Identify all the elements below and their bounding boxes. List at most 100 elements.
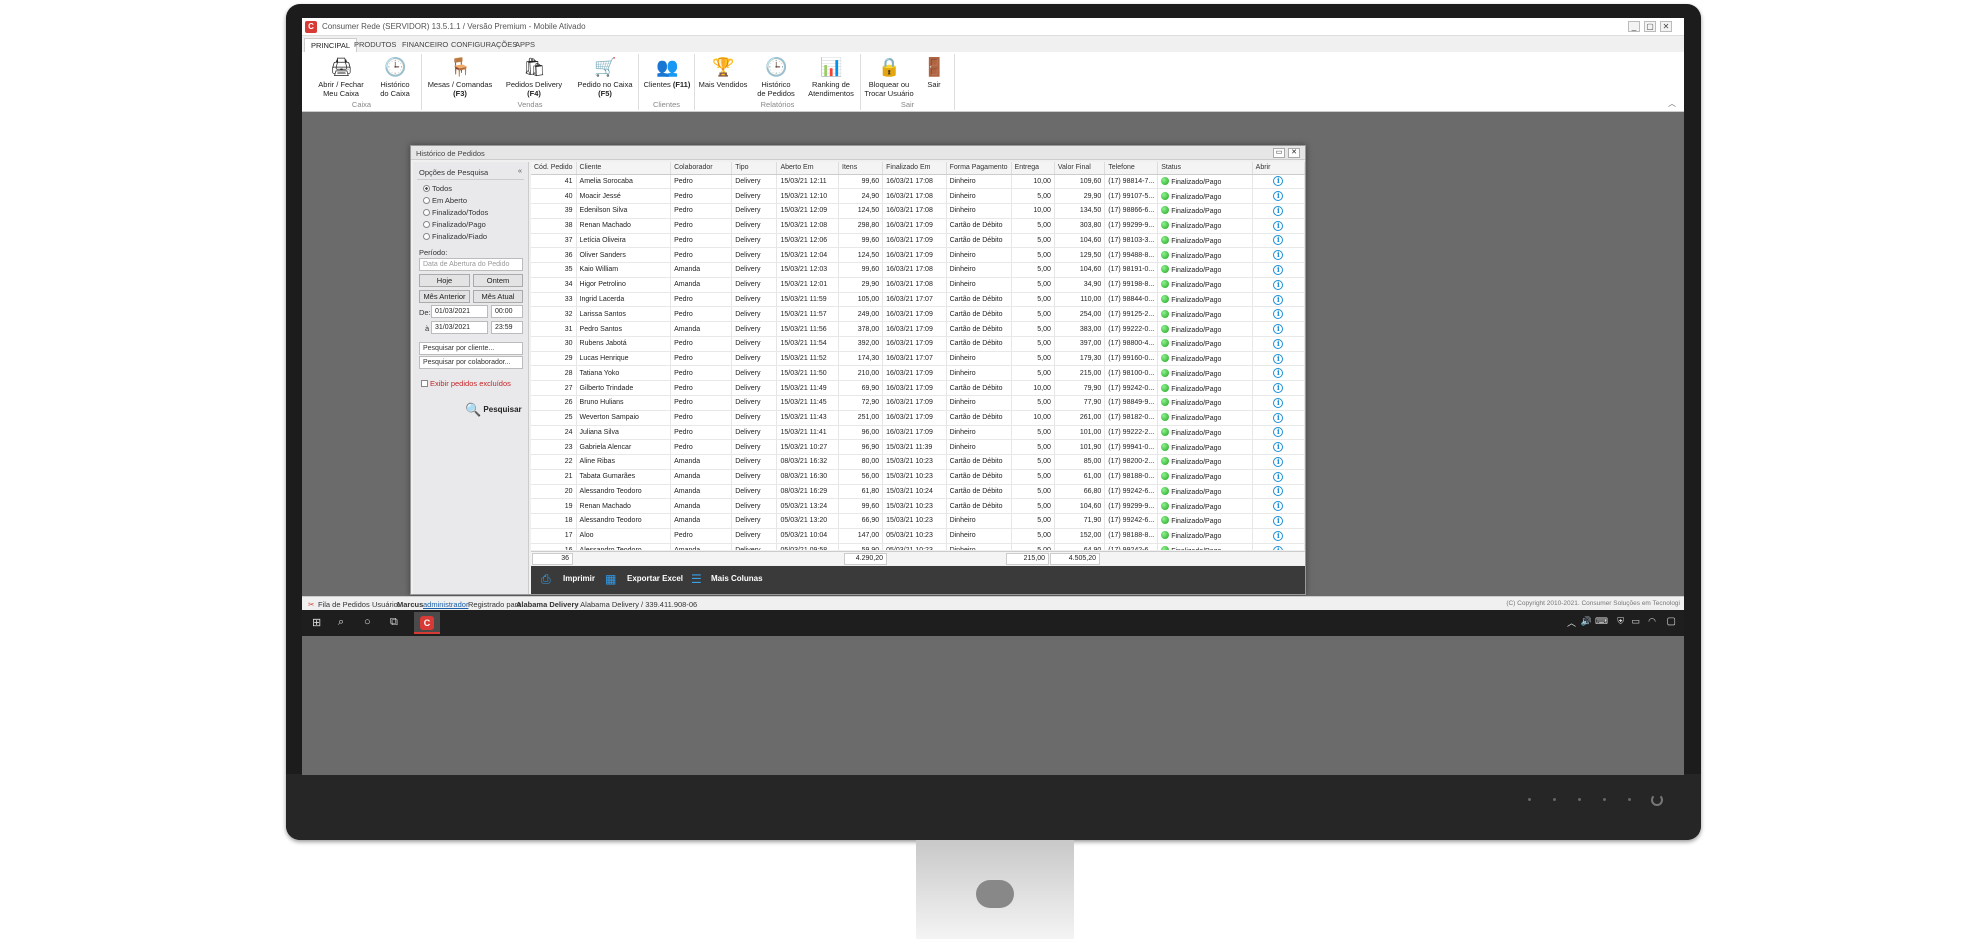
sair-button[interactable]: 🚪 Sair (919, 56, 949, 89)
info-icon[interactable]: i (1273, 294, 1284, 305)
info-icon[interactable]: i (1273, 486, 1284, 497)
info-icon[interactable]: i (1273, 545, 1284, 550)
pedido-caixa-button[interactable]: 🛒 Pedido no Caixa (F5) (572, 56, 638, 98)
table-row[interactable]: 30 Rubens Jabotá Pedro Delivery 15/03/21 11:… (531, 336, 1305, 352)
table-row[interactable]: 36 Oliver Sanders Pedro Delivery 15/03/21 12… (531, 247, 1305, 264)
cortana-icon[interactable]: ○ (364, 616, 371, 628)
tab-apps[interactable]: APPS (509, 38, 541, 52)
table-row[interactable]: 33 Ingrid Lacerda Pedro Delivery 15/03/21 11… (531, 292, 1305, 308)
table-row[interactable]: 31 Pedro Santos Amanda Delivery 15/03/21 11:… (531, 321, 1305, 337)
table-row[interactable]: 39 Edenilson Silva Pedro Delivery 15/03/21 1… (531, 203, 1305, 219)
mes-anterior-button[interactable]: Mês Anterior (419, 290, 470, 303)
periodo-select[interactable]: Data de Abertura do Pedido (419, 258, 523, 271)
keyboard-icon[interactable]: ⌨ (1595, 616, 1608, 627)
de-date-input[interactable]: 01/03/2021 (431, 305, 488, 318)
volume-icon[interactable]: 🔊 (1581, 616, 1592, 627)
info-icon[interactable]: i (1273, 412, 1284, 423)
cliente-search-input[interactable]: Pesquisar por cliente... (419, 342, 523, 355)
info-icon[interactable]: i (1273, 250, 1284, 261)
collapse-icon[interactable]: « (518, 166, 522, 175)
radio-finalizado-pago[interactable]: Finalizado/Pago (423, 220, 486, 229)
table-row[interactable]: 41 Amelia Sorocaba Pedro Delivery 15/03/21 1… (531, 174, 1305, 190)
pesquisar-button[interactable]: 🔍 Pesquisar (465, 402, 522, 418)
tray-chevron-icon[interactable]: ︿ (1567, 616, 1576, 629)
mes-atual-button[interactable]: Mês Atual (473, 290, 523, 303)
mesas-comandas-button[interactable]: 🪑 Mesas / Comandas (F3) (424, 56, 496, 98)
table-row[interactable]: 26 Bruno Hulians Pedro Delivery 15/03/21 11:… (531, 395, 1305, 411)
ontem-button[interactable]: Ontem (473, 274, 523, 287)
shield-icon[interactable]: ⛨ (1617, 616, 1624, 627)
abrir-fechar-caixa-button[interactable]: 🖨 Abrir / Fechar Meu Caixa (316, 56, 366, 98)
info-icon[interactable]: i (1273, 456, 1284, 467)
network-icon[interactable]: ▭ (1631, 616, 1640, 627)
info-icon[interactable]: i (1273, 353, 1284, 364)
a-date-input[interactable]: 31/03/2021 (431, 321, 488, 334)
clientes-button[interactable]: 👥 Clientes (F11) (641, 56, 693, 89)
search-icon[interactable]: ⌕ (338, 616, 344, 629)
a-time-input[interactable]: 23:59 (491, 321, 523, 334)
wifi-icon[interactable]: ◠ (1648, 616, 1656, 627)
excluidos-checkbox[interactable]: Exibir pedidos excluídos (421, 379, 511, 388)
exportar-excel-button[interactable]: Exportar Excel (627, 574, 683, 583)
column-header[interactable]: Aberto Em (776, 162, 840, 175)
table-row[interactable]: 35 Kaio William Amanda Delivery 15/03/21 12:… (531, 262, 1305, 278)
radio-finalizado-fiado[interactable]: Finalizado/Fiado (423, 232, 487, 241)
column-header[interactable]: Itens (838, 162, 884, 175)
tab-produtos[interactable]: PRODUTOS (348, 38, 402, 52)
column-header[interactable]: Entrega (1011, 162, 1055, 175)
column-header[interactable]: Tipo (731, 162, 778, 175)
radio-finalizado-todos[interactable]: Finalizado/Todos (423, 208, 488, 217)
table-row[interactable]: 20 Alessandro Teodoro Amanda Delivery 08/03/… (531, 484, 1305, 500)
historico-caixa-button[interactable]: 🕒 Histórico do Caixa (374, 56, 416, 98)
table-row[interactable]: 27 Gilberto Trindade Pedro Delivery 15/03/21… (531, 380, 1305, 396)
info-icon[interactable]: i (1273, 191, 1284, 202)
app-taskbar-button[interactable]: C (414, 612, 440, 634)
column-header[interactable]: Valor Final (1054, 162, 1106, 175)
info-icon[interactable]: i (1273, 397, 1284, 408)
mais-vendidos-button[interactable]: 🏆 Mais Vendidos (697, 56, 749, 89)
info-icon[interactable]: i (1273, 530, 1284, 541)
info-icon[interactable]: i (1273, 515, 1284, 526)
column-header[interactable]: Forma Pagamento (946, 162, 1012, 175)
table-row[interactable]: 21 Tabata Gumarães Amanda Delivery 08/03/21 … (531, 469, 1305, 485)
column-header[interactable]: Cód. Pedido (531, 162, 577, 175)
table-row[interactable]: 17 Aloo Pedro Delivery 05/03/21 10:04 147,00 0… (531, 528, 1305, 544)
info-icon[interactable]: i (1273, 309, 1284, 320)
info-icon[interactable]: i (1273, 338, 1284, 349)
perfil-link[interactable]: administrador (423, 600, 468, 609)
table-row[interactable]: 24 Juliana Silva Pedro Delivery 15/03/21 11:… (531, 425, 1305, 441)
dialog-restore-button[interactable]: ▭ (1273, 148, 1285, 158)
info-icon[interactable]: i (1273, 368, 1284, 379)
ribbon-collapse-icon[interactable]: ︿ (1668, 98, 1676, 109)
table-row[interactable]: 23 Gabriela Alencar Pedro Delivery 15/03/21 … (531, 439, 1305, 456)
hoje-button[interactable]: Hoje (419, 274, 470, 287)
table-row[interactable]: 32 Larissa Santos Pedro Delivery 15/03/21 11… (531, 306, 1305, 323)
fila-pedidos-link[interactable]: Fila de Pedidos (318, 600, 370, 609)
dialog-close-button[interactable]: ✕ (1288, 148, 1300, 158)
power-icon[interactable] (1651, 794, 1663, 806)
minimize-button[interactable]: _ (1628, 21, 1640, 32)
column-header[interactable]: Cliente (576, 162, 672, 175)
table-row[interactable]: 38 Renan Machado Pedro Delivery 15/03/21 12:… (531, 218, 1305, 234)
column-header[interactable]: Status (1157, 162, 1253, 175)
info-icon[interactable]: i (1273, 471, 1284, 482)
historico-pedidos-button[interactable]: 🕒 Histórico de Pedidos (751, 56, 801, 98)
windows-start-icon[interactable]: ⊞ (312, 616, 321, 629)
info-icon[interactable]: i (1273, 501, 1284, 512)
de-time-input[interactable]: 00:00 (491, 305, 523, 318)
task-view-icon[interactable]: ⧉ (390, 616, 398, 629)
table-row[interactable]: 40 Moacir Jessé Pedro Delivery 15/03/21 12:1… (531, 188, 1305, 205)
info-icon[interactable]: i (1273, 324, 1284, 335)
bloquear-usuario-button[interactable]: 🔒 Bloquear ou Trocar Usuário (863, 56, 915, 98)
info-icon[interactable]: i (1273, 235, 1284, 246)
column-header[interactable]: Abrir (1252, 162, 1305, 175)
info-icon[interactable]: i (1273, 442, 1284, 453)
table-row[interactable]: 18 Alessandro Teodoro Amanda Delivery 05/03/… (531, 513, 1305, 529)
table-row[interactable]: 19 Renan Machado Amanda Delivery 05/03/21 13… (531, 498, 1305, 515)
info-icon[interactable]: i (1273, 264, 1284, 275)
column-header[interactable]: Finalizado Em (882, 162, 947, 175)
ranking-atendimentos-button[interactable]: 📊 Ranking de Atendimentos (803, 56, 859, 98)
table-row[interactable]: 34 Higor Petrolino Amanda Delivery 15/03/21 … (531, 277, 1305, 293)
info-icon[interactable]: i (1273, 220, 1284, 231)
radio-todos[interactable]: Todos (423, 184, 452, 193)
